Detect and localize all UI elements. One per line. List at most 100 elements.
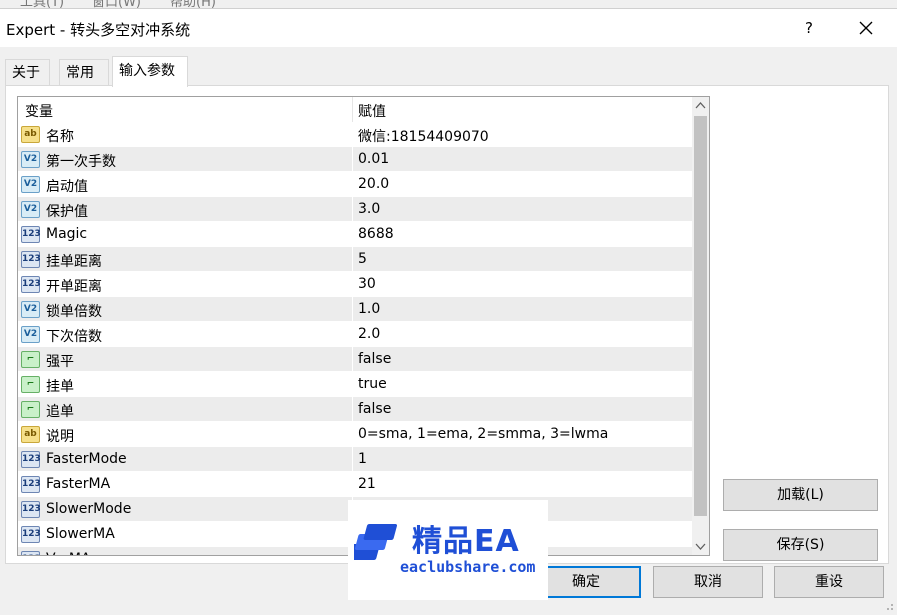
- parameter-name: VerMA: [46, 551, 91, 555]
- background-menu-bar: 工具(T) 窗口(W) 帮助(H): [0, 0, 897, 8]
- parameter-value[interactable]: 1: [358, 451, 367, 467]
- load-button[interactable]: 加载(L): [723, 479, 878, 511]
- save-button[interactable]: 保存(S): [723, 529, 878, 561]
- double-type-icon: V2: [21, 151, 40, 168]
- scrollbar-thumb[interactable]: [694, 116, 707, 516]
- close-button[interactable]: [846, 11, 886, 45]
- cell-divider: [352, 222, 353, 247]
- table-row[interactable]: ab 名称 微信:18154409070: [18, 122, 692, 147]
- cell-divider: [352, 147, 353, 172]
- parameter-name: 名称: [46, 129, 74, 145]
- parameter-name: 追单: [46, 404, 74, 420]
- grid-rows: ab 名称 微信:18154409070 V2 第一次手数 0.01 V2 启动值 20.0 V2…: [18, 122, 692, 555]
- cell-divider: [352, 197, 353, 222]
- parameter-value[interactable]: false: [358, 401, 391, 417]
- parameter-value[interactable]: 3.0: [358, 201, 380, 217]
- grid-header: 变量 赋值: [18, 97, 692, 122]
- cell-divider: [352, 347, 353, 372]
- menu-window: 窗口(W): [92, 0, 141, 8]
- cell-divider: [352, 122, 353, 147]
- resize-grip-icon[interactable]: [884, 599, 894, 610]
- tab-common[interactable]: 常用: [59, 59, 109, 86]
- bool-type-icon: ⌐: [21, 351, 40, 368]
- parameter-name: 挂单: [46, 379, 74, 395]
- integer-type-icon: 123: [21, 501, 41, 518]
- parameter-value[interactable]: 30: [358, 276, 376, 292]
- parameter-name: 下次倍数: [46, 329, 102, 345]
- help-button[interactable]: ?: [791, 11, 827, 45]
- table-row[interactable]: 123 开单距离 30: [18, 272, 692, 297]
- parameter-value[interactable]: 21: [358, 476, 376, 492]
- integer-type-icon: 123: [21, 226, 41, 243]
- parameter-value[interactable]: 5: [358, 251, 367, 267]
- table-row[interactable]: V2 启动值 20.0: [18, 172, 692, 197]
- parameter-name: 挂单距离: [46, 254, 102, 270]
- table-row[interactable]: 123 FasterMA 21: [18, 472, 692, 497]
- parameter-value[interactable]: 0.01: [358, 151, 389, 167]
- table-row[interactable]: ⌐ 挂单 true: [18, 372, 692, 397]
- parameter-value[interactable]: false: [358, 351, 391, 367]
- column-header-variable[interactable]: 变量: [25, 101, 53, 121]
- table-row[interactable]: V2 锁单倍数 1.0: [18, 297, 692, 322]
- reset-button[interactable]: 重设: [774, 566, 884, 598]
- parameter-value[interactable]: 8688: [358, 226, 394, 242]
- cancel-button[interactable]: 取消: [653, 566, 763, 598]
- parameter-value[interactable]: 2.0: [358, 326, 380, 342]
- parameter-name: 第一次手数: [46, 154, 116, 170]
- tab-inputs[interactable]: 输入参数: [112, 56, 188, 87]
- double-type-icon: V2: [21, 176, 40, 193]
- menu-tools: 工具(T): [20, 0, 65, 8]
- tab-about[interactable]: 关于: [5, 59, 50, 86]
- cell-divider: [352, 447, 353, 472]
- cell-divider: [352, 322, 353, 347]
- parameter-name: 强平: [46, 354, 74, 370]
- table-row[interactable]: V2 第一次手数 0.01: [18, 147, 692, 172]
- watermark-overlay: 精品EA eaclubshare.com: [348, 500, 548, 600]
- cell-divider: [352, 297, 353, 322]
- parameter-value[interactable]: 1.0: [358, 301, 380, 317]
- vertical-scrollbar[interactable]: [692, 97, 709, 555]
- string-type-icon: ab: [21, 126, 40, 143]
- close-icon: [859, 21, 873, 35]
- cell-divider: [352, 372, 353, 397]
- scroll-down-icon[interactable]: [692, 538, 709, 555]
- table-row[interactable]: 123 FasterMode 1: [18, 447, 692, 472]
- parameter-name: Magic: [46, 226, 88, 242]
- integer-type-icon: 123: [21, 526, 41, 543]
- table-row[interactable]: ⌐ 追单 false: [18, 397, 692, 422]
- watermark-title: 精品EA: [412, 524, 520, 559]
- parameter-name: 保护值: [46, 204, 88, 220]
- column-divider[interactable]: [352, 97, 353, 122]
- bool-type-icon: ⌐: [21, 376, 40, 393]
- parameter-name: 锁单倍数: [46, 304, 102, 320]
- table-row[interactable]: ab 说明 0=sma, 1=ema, 2=smma, 3=lwma: [18, 422, 692, 447]
- parameter-name: 启动值: [46, 179, 88, 195]
- parameter-value[interactable]: 0=sma, 1=ema, 2=smma, 3=lwma: [358, 426, 608, 442]
- bool-type-icon: ⌐: [21, 401, 40, 418]
- column-header-value[interactable]: 赋值: [358, 101, 386, 121]
- parameter-value[interactable]: 20.0: [358, 176, 389, 192]
- cell-divider: [352, 422, 353, 447]
- integer-type-icon: 123: [21, 251, 41, 268]
- title-bar: Expert - 转头多空对冲系统 ?: [0, 9, 897, 47]
- table-row[interactable]: 123 Magic 8688: [18, 222, 692, 247]
- table-row[interactable]: ⌐ 强平 false: [18, 347, 692, 372]
- integer-type-icon: 123: [21, 451, 41, 468]
- parameter-name: SlowerMode: [46, 501, 132, 517]
- scroll-up-icon[interactable]: [692, 97, 709, 114]
- parameter-grid[interactable]: 变量 赋值 ab 名称 微信:18154409070 V2 第一次手数 0.01 V2 启动值…: [17, 96, 710, 556]
- string-type-icon: ab: [21, 426, 40, 443]
- cell-divider: [352, 472, 353, 497]
- double-type-icon: V2: [21, 326, 40, 343]
- parameter-value[interactable]: true: [358, 376, 387, 392]
- watermark-logo-icon: [354, 524, 397, 560]
- parameter-name: 说明: [46, 429, 74, 445]
- parameter-value[interactable]: 微信:18154409070: [358, 126, 489, 146]
- table-row[interactable]: V2 下次倍数 2.0: [18, 322, 692, 347]
- double-type-icon: V2: [21, 301, 40, 318]
- inputs-panel: 变量 赋值 ab 名称 微信:18154409070 V2 第一次手数 0.01 V2 启动值…: [5, 85, 889, 564]
- table-row[interactable]: V2 保护值 3.0: [18, 197, 692, 222]
- table-row[interactable]: 123 挂单距离 5: [18, 247, 692, 272]
- cell-divider: [352, 272, 353, 297]
- menu-help: 帮助(H): [170, 0, 216, 8]
